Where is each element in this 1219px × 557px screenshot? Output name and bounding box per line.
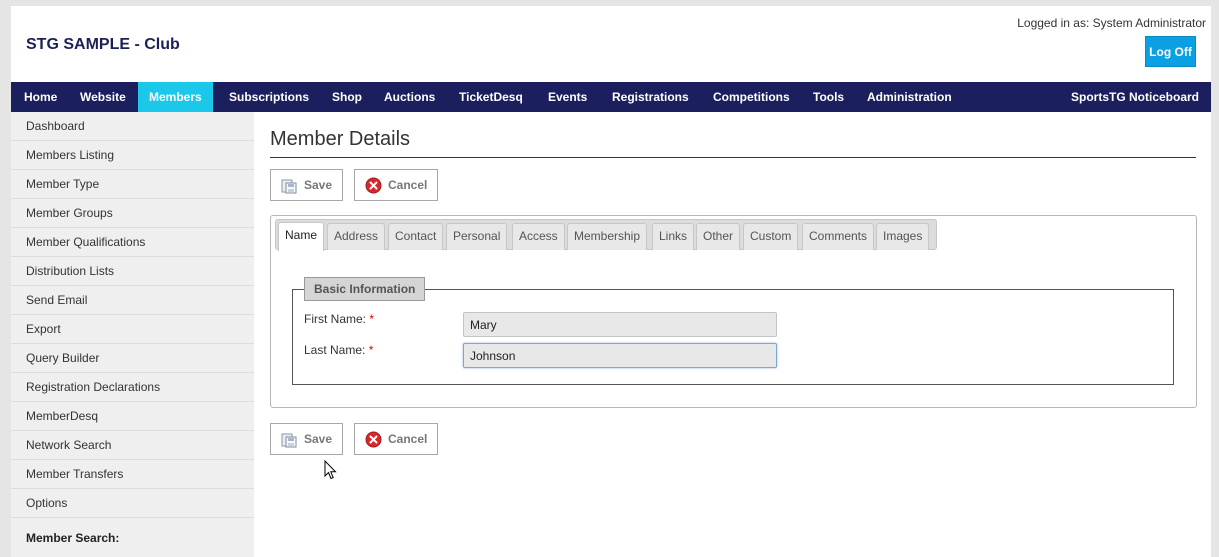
save-button-top[interactable]: Save: [270, 169, 344, 201]
nav-item-registrations[interactable]: Registrations: [600, 82, 701, 112]
first-name-label: First Name: *: [304, 312, 374, 326]
tab-address[interactable]: Address: [327, 223, 386, 250]
last-name-input[interactable]: [463, 343, 777, 368]
tab-access[interactable]: Access: [512, 223, 565, 250]
cancel-button-top[interactable]: Cancel: [354, 169, 439, 201]
cancel-icon: [365, 431, 382, 448]
sidebar-item-memberdesq[interactable]: MemberDesq: [11, 402, 254, 431]
sidebar-item-members-listing[interactable]: Members Listing: [11, 141, 254, 170]
tab-bar: Name Address Contact Personal Access Mem…: [275, 219, 937, 251]
mouse-pointer-icon: [324, 459, 337, 483]
tab-links[interactable]: Links: [652, 223, 695, 250]
sidebar-item-export[interactable]: Export: [11, 315, 254, 344]
sidebar: Dashboard Members Listing Member Type Me…: [11, 112, 254, 557]
cancel-icon: [365, 177, 382, 194]
tab-membership[interactable]: Membership: [567, 223, 648, 250]
top-navigation: Home Website Members Subscriptions Shop …: [11, 82, 1211, 112]
save-icon: [281, 431, 298, 448]
tab-personal[interactable]: Personal: [446, 223, 508, 250]
sidebar-item-options[interactable]: Options: [11, 489, 254, 518]
nav-item-ticketdesq[interactable]: TicketDesq: [447, 82, 535, 112]
save-icon: [281, 177, 298, 194]
logoff-button[interactable]: Log Off: [1145, 36, 1196, 67]
nav-item-noticeboard[interactable]: SportsTG Noticeboard: [1059, 82, 1211, 112]
sidebar-item-member-groups[interactable]: Member Groups: [11, 199, 254, 228]
nav-item-competitions[interactable]: Competitions: [701, 82, 802, 112]
cancel-button-bottom[interactable]: Cancel: [354, 423, 439, 455]
app-title: STG SAMPLE - Club: [26, 36, 180, 53]
nav-item-members[interactable]: Members: [138, 82, 213, 112]
nav-item-administration[interactable]: Administration: [855, 82, 964, 112]
basic-information-fieldset: Basic Information First Name: * Last Nam…: [292, 277, 1174, 385]
title-divider: [270, 157, 1196, 158]
sidebar-item-distribution-lists[interactable]: Distribution Lists: [11, 257, 254, 286]
nav-item-home[interactable]: Home: [11, 82, 70, 112]
nav-item-shop[interactable]: Shop: [320, 82, 374, 112]
sidebar-item-registration-declarations[interactable]: Registration Declarations: [11, 373, 254, 402]
required-marker: *: [369, 312, 375, 326]
last-name-label: Last Name: *: [304, 343, 373, 357]
last-name-label-text: Last Name:: [304, 343, 366, 357]
tab-custom[interactable]: Custom: [743, 223, 799, 250]
member-search-label: Member Search:: [26, 531, 120, 545]
first-name-label-text: First Name:: [304, 312, 367, 326]
nav-item-website[interactable]: Website: [68, 82, 138, 112]
nav-item-auctions[interactable]: Auctions: [372, 82, 447, 112]
tab-contact[interactable]: Contact: [388, 223, 444, 250]
sidebar-item-member-transfers[interactable]: Member Transfers: [11, 460, 254, 489]
nav-item-events[interactable]: Events: [536, 82, 599, 112]
logged-in-text: Logged in as: System Administrator: [1017, 16, 1206, 30]
cancel-label: Cancel: [388, 178, 428, 192]
fieldset-legend: Basic Information: [304, 277, 426, 301]
save-label: Save: [304, 432, 333, 446]
first-name-input[interactable]: [463, 312, 777, 337]
sidebar-item-send-email[interactable]: Send Email: [11, 286, 254, 315]
cancel-label: Cancel: [388, 432, 428, 446]
nav-item-subscriptions[interactable]: Subscriptions: [217, 82, 321, 112]
page-title: Member Details: [270, 128, 411, 150]
tab-comments[interactable]: Comments: [802, 223, 875, 250]
sidebar-item-member-qualifications[interactable]: Member Qualifications: [11, 228, 254, 257]
member-details-panel: Name Address Contact Personal Access Mem…: [270, 215, 1197, 408]
required-marker: *: [368, 343, 374, 357]
sidebar-item-member-type[interactable]: Member Type: [11, 170, 254, 199]
tab-name[interactable]: Name: [278, 222, 325, 251]
tab-other[interactable]: Other: [696, 223, 741, 250]
save-label: Save: [304, 178, 333, 192]
sidebar-item-query-builder[interactable]: Query Builder: [11, 344, 254, 373]
sidebar-item-dashboard[interactable]: Dashboard: [11, 112, 254, 141]
save-button-bottom[interactable]: Save: [270, 423, 344, 455]
sidebar-item-network-search[interactable]: Network Search: [11, 431, 254, 460]
app-window: STG SAMPLE - Club Logged in as: System A…: [11, 6, 1211, 557]
nav-item-tools[interactable]: Tools: [801, 82, 856, 112]
tab-images[interactable]: Images: [876, 223, 930, 250]
